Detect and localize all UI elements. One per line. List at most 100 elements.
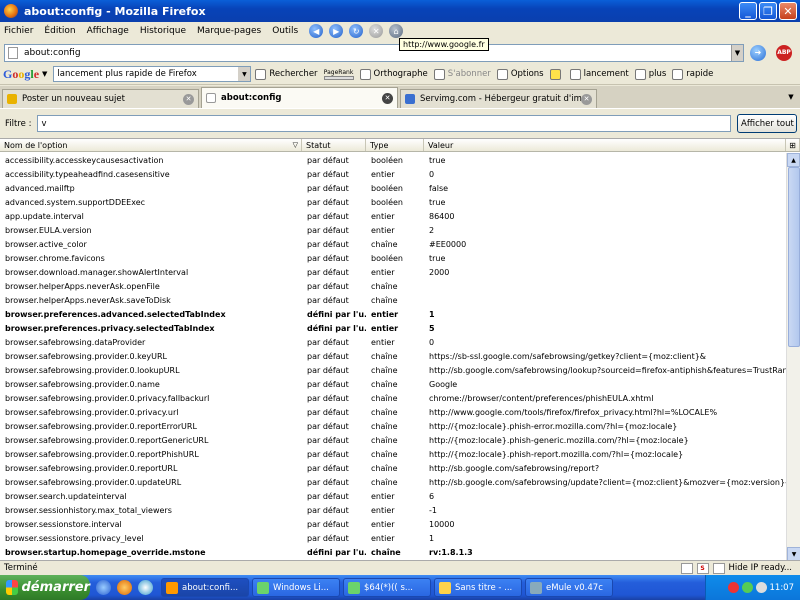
url-dropdown-icon[interactable]: ▼ [731,44,743,61]
highlight-button[interactable] [549,68,564,80]
tray-icon[interactable] [741,582,753,593]
task-emule[interactable]: eMule v0.47c [525,578,613,597]
clock[interactable]: 11:07 [770,583,795,593]
scroll-up-icon[interactable]: ▲ [787,153,800,167]
table-row[interactable]: advanced.system.supportDDEExec par défaut… [0,195,786,209]
table-row[interactable]: browser.helperApps.neverAsk.saveToDisk pa… [0,293,786,307]
show-all-button[interactable]: Afficher tout [737,114,798,133]
pagerank-status-icon[interactable] [680,562,693,574]
tab-servimg[interactable]: Servimg.com - Hébergeur gratuit d'ima...… [400,89,597,108]
menu-historique[interactable]: Historique [140,26,186,36]
pref-status: par défaut [307,155,349,165]
si-icon[interactable]: S [696,562,709,574]
table-row[interactable]: browser.safebrowsing.provider.0.keyURL pa… [0,349,786,363]
google-logo[interactable]: Google [3,67,39,82]
reload-icon[interactable]: ↻ [349,24,364,38]
url-input[interactable]: about:config ▼ [4,43,744,62]
table-row[interactable]: browser.safebrowsing.dataProvider par déf… [0,335,786,349]
table-row[interactable]: browser.safebrowsing.provider.0.reportEr… [0,419,786,433]
filter-input[interactable]: v [37,115,732,132]
maximize-button[interactable]: ❐ [759,2,777,20]
table-row[interactable]: browser.safebrowsing.provider.0.reportPh… [0,447,786,461]
table-row[interactable]: browser.search.updateinterval par défaut e… [0,489,786,503]
menu-edition[interactable]: Édition [44,26,75,36]
options-button[interactable]: Options [496,68,544,80]
tab-poster[interactable]: Poster un nouveau sujet ✕ [2,89,199,108]
table-row[interactable]: browser.safebrowsing.provider.0.reportUR… [0,461,786,475]
google-search-button[interactable]: Rechercher [255,68,318,80]
table-row[interactable]: browser.preferences.privacy.selectedTabI… [0,321,786,335]
spellcheck-button[interactable]: Orthographe [359,68,428,80]
minimize-button[interactable]: _ [739,2,757,20]
table-row[interactable]: browser.helperApps.neverAsk.openFile par … [0,279,786,293]
table-row[interactable]: browser.safebrowsing.provider.0.updateUR… [0,475,786,489]
menu-outils[interactable]: Outils [272,26,298,36]
table-row[interactable]: browser.active_color par défaut chaîne #EE0… [0,237,786,251]
firefox-quicklaunch-icon[interactable] [117,580,132,595]
table-row[interactable]: browser.safebrowsing.provider.0.lookupUR… [0,363,786,377]
tab-list-icon[interactable]: ▼ [784,89,798,105]
pref-name: advanced.system.supportDDEExec [5,197,146,207]
forward-icon[interactable]: ▶ [329,24,344,38]
flag-status-icon[interactable] [712,562,725,574]
pagerank-indicator[interactable]: PageRank [323,68,354,80]
task-windows-live[interactable]: Windows Li... [252,578,340,597]
table-row[interactable]: browser.preferences.advanced.selectedTab… [0,307,786,321]
pref-type: entier [371,519,395,529]
table-row[interactable]: accessibility.typeaheadfind.casesensitiv… [0,167,786,181]
menu-affichage[interactable]: Affichage [87,26,129,36]
tray-icon[interactable] [727,582,739,593]
table-row[interactable]: browser.chrome.favicons par défaut booléen… [0,251,786,265]
google-search-dropdown-icon[interactable]: ▼ [238,67,251,81]
column-header-type[interactable]: Type [366,139,424,151]
column-header-value[interactable]: Valeur [424,139,786,151]
table-row[interactable]: browser.safebrowsing.provider.0.reportGe… [0,433,786,447]
tray-icon[interactable] [755,582,767,593]
tab-close-icon[interactable]: ✕ [581,93,592,105]
tab-close-icon[interactable]: ✕ [382,92,393,104]
column-picker-icon[interactable]: ⊞ [786,139,800,151]
task-chat[interactable]: $64(*)(( s... [343,578,431,597]
table-row[interactable]: browser.safebrowsing.provider.0.privacy.… [0,405,786,419]
term-rapide[interactable]: rapide [672,68,713,80]
table-row[interactable]: accessibility.accesskeycausesactivation p… [0,153,786,167]
table-row[interactable]: browser.download.manager.showAlertInterv… [0,265,786,279]
scroll-down-icon[interactable]: ▼ [787,547,800,561]
table-row[interactable]: browser.safebrowsing.provider.0.privacy.… [0,391,786,405]
table-row[interactable]: browser.safebrowsing.provider.0.name par … [0,377,786,391]
adblock-icon[interactable]: ABP [776,44,792,61]
vertical-scrollbar[interactable]: ▲ ▼ [786,153,800,561]
home-icon[interactable]: ⌂ [389,24,404,38]
desktop-icon[interactable] [96,580,111,595]
scroll-thumb[interactable] [788,167,800,347]
tab-close-icon[interactable]: ✕ [183,93,194,105]
hide-ip-status[interactable]: Hide IP ready... [729,563,792,573]
google-search-input[interactable]: lancement plus rapide de Firefox ▼ [53,66,252,82]
start-button[interactable]: démarrer [0,575,90,600]
ie-icon[interactable] [138,580,153,595]
stop-icon[interactable]: ✕ [369,24,384,38]
table-row[interactable]: advanced.mailftp par défaut booléen false [0,181,786,195]
subscribe-button[interactable]: S'abonner [433,68,491,80]
table-row[interactable]: browser.sessionstore.interval par défaut e… [0,517,786,531]
pagerank-label: PageRank [323,68,354,76]
back-icon[interactable]: ◀ [309,24,324,38]
tab-about-config[interactable]: about:config ✕ [201,87,398,108]
term-plus[interactable]: plus [634,68,666,80]
task-firefox[interactable]: about:confi... [161,578,249,597]
table-row[interactable]: browser.sessionstore.privacy_level par dé… [0,531,786,545]
term-lancement[interactable]: lancement [569,68,629,80]
column-header-name[interactable]: Nom de l'option ▽ [0,139,302,151]
table-row[interactable]: app.update.interval par défaut entier 86400 [0,209,786,223]
column-header-status[interactable]: Statut [302,139,366,151]
task-paint[interactable]: Sans titre - ... [434,578,522,597]
go-icon[interactable]: ➜ [750,44,766,61]
menu-marque-pages[interactable]: Marque-pages [197,26,261,36]
table-row[interactable]: browser.startup.homepage_override.mstone… [0,545,786,559]
google-menu-arrow-icon[interactable]: ▼ [42,70,47,78]
table-row[interactable]: browser.EULA.version par défaut entier 2 [0,223,786,237]
close-button[interactable]: ✕ [779,2,797,20]
table-row[interactable]: browser.sessionhistory.max_total_viewers… [0,503,786,517]
pref-value: 6 [429,491,435,501]
menu-fichier[interactable]: Fichier [4,26,33,36]
